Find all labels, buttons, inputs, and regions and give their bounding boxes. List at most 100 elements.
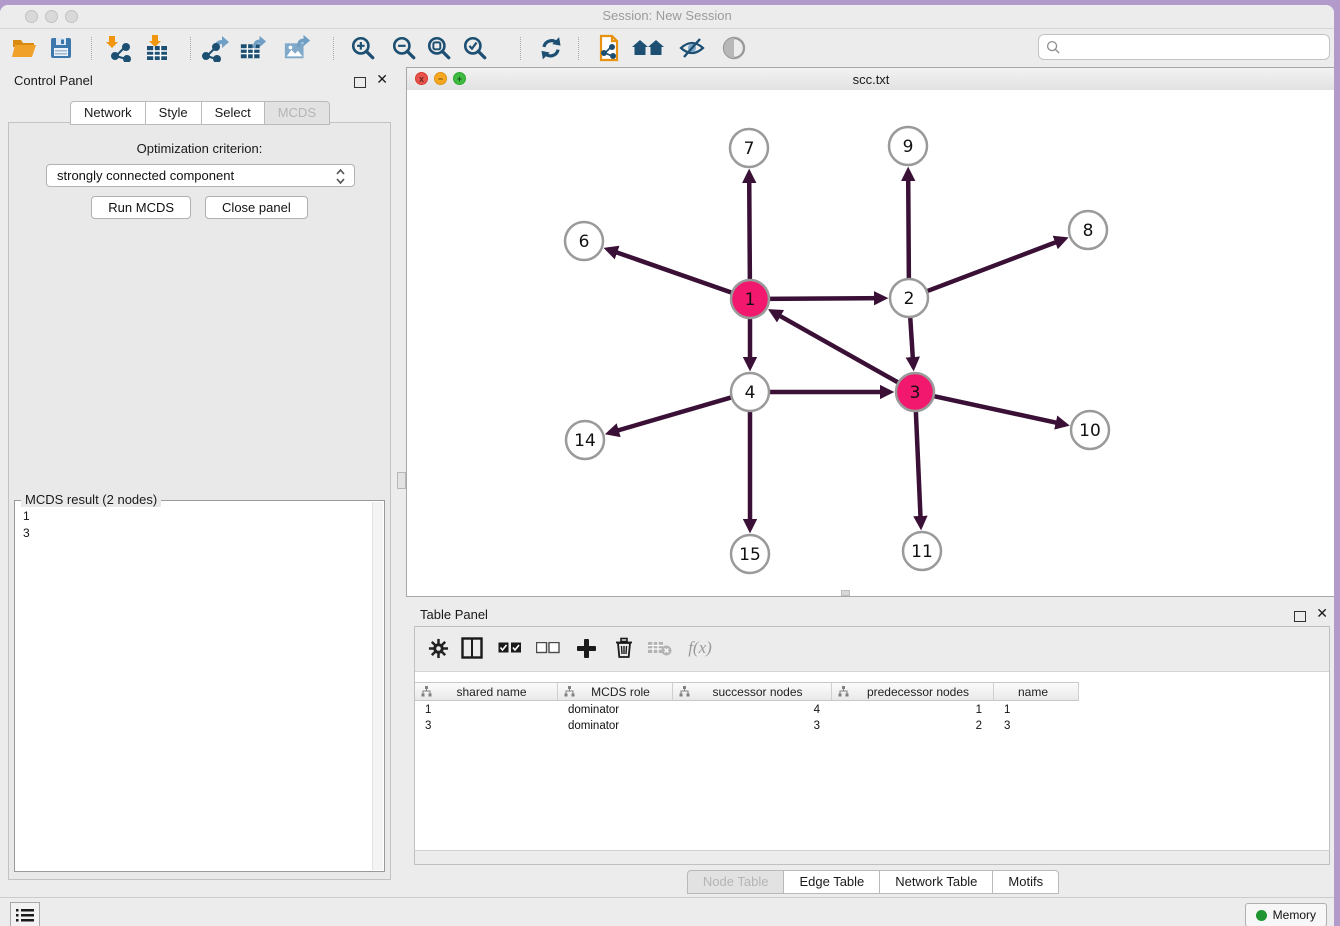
duplicate-network-button[interactable] <box>595 34 623 62</box>
tab-motifs[interactable]: Motifs <box>992 870 1059 894</box>
tab-node-table[interactable]: Node Table <box>687 870 784 894</box>
application-window: Session: New Session <box>0 5 1334 926</box>
graphics-details-button[interactable] <box>720 34 748 62</box>
criterion-select[interactable]: strongly connected component <box>46 164 355 187</box>
delete-column-button[interactable] <box>611 635 637 661</box>
table-row[interactable]: 3dominator323 <box>415 718 1329 734</box>
show-column-button[interactable] <box>459 635 485 661</box>
column-header-shared-name[interactable]: shared name <box>415 682 558 701</box>
column-header-name[interactable]: name <box>994 682 1079 701</box>
gear-icon <box>428 638 449 659</box>
canvas-grip[interactable] <box>841 590 850 596</box>
search-field[interactable] <box>1038 34 1330 60</box>
mcds-result-group: MCDS result (2 nodes) 13 <box>14 500 385 872</box>
style-toggle-button[interactable] <box>678 34 706 62</box>
graph-edge-3-10[interactable] <box>931 395 1066 424</box>
export-image-button[interactable] <box>283 34 311 62</box>
zoom-fit-icon <box>426 35 452 61</box>
run-mcds-button[interactable]: Run MCDS <box>91 196 191 219</box>
save-session-button[interactable] <box>47 34 75 62</box>
network-canvas[interactable]: 7968124314101511 <box>407 90 1334 596</box>
criterion-value: strongly connected component <box>57 168 234 183</box>
table-settings-button[interactable] <box>425 635 451 661</box>
export-table-button[interactable] <box>239 34 267 62</box>
graph-node-label-7: 7 <box>744 139 755 159</box>
unselect-all-columns-button[interactable] <box>535 635 561 661</box>
select-all-columns-button[interactable] <box>497 635 523 661</box>
tab-network[interactable]: Network <box>70 101 145 125</box>
graph-edge-2-8[interactable] <box>924 239 1065 292</box>
table-panel-body: f(x) shared nameMCDS rolesuccessor nodes… <box>414 626 1330 865</box>
network-graph: 7968124314101511 <box>407 90 1334 596</box>
unchecked-boxes-icon <box>536 642 560 654</box>
table-close-icon[interactable]: ✕ <box>1316 608 1328 618</box>
splitpane-grip[interactable] <box>397 472 406 489</box>
export-image-icon <box>283 34 311 62</box>
table-hscrollbar[interactable] <box>415 850 1329 864</box>
graph-node-label-9: 9 <box>903 137 914 157</box>
zoom-out-icon <box>391 35 417 61</box>
result-line: 1 <box>16 508 373 525</box>
graph-edge-1-2[interactable] <box>766 298 884 299</box>
task-history-button[interactable] <box>10 902 40 926</box>
graph-edge-4-14[interactable] <box>609 396 735 433</box>
result-line: 3 <box>16 525 373 542</box>
graph-edge-3-11[interactable] <box>916 408 921 526</box>
import-table-button[interactable] <box>143 34 171 62</box>
columns-icon <box>461 637 483 659</box>
zoom-out-button[interactable] <box>390 34 418 62</box>
open-session-button[interactable] <box>10 34 38 62</box>
table-cell: 1 <box>832 702 994 718</box>
eye-disabled-icon <box>721 35 747 61</box>
graph-node-label-14: 14 <box>574 431 596 451</box>
table-cell: 2 <box>832 718 994 734</box>
column-header-MCDS-role[interactable]: MCDS role <box>558 682 673 701</box>
graph-node-label-8: 8 <box>1083 221 1094 241</box>
table-cell: 1 <box>415 702 558 718</box>
refresh-button[interactable] <box>537 34 565 62</box>
graph-node-label-3: 3 <box>910 383 921 403</box>
close-panel-button[interactable]: Close panel <box>205 196 308 219</box>
tab-mcds[interactable]: MCDS <box>264 101 330 125</box>
zoom-selected-button[interactable] <box>461 34 489 62</box>
control-panel-title: Control Panel <box>14 73 93 88</box>
column-header-predecessor-nodes[interactable]: predecessor nodes <box>832 682 994 701</box>
zoom-in-button[interactable] <box>349 34 377 62</box>
duplicate-network-icon <box>596 34 622 62</box>
close-icon[interactable]: ✕ <box>376 74 388 84</box>
create-column-button[interactable] <box>573 635 599 661</box>
graph-node-label-11: 11 <box>911 542 933 562</box>
tab-edge-table[interactable]: Edge Table <box>783 870 879 894</box>
column-header-successor-nodes[interactable]: successor nodes <box>673 682 832 701</box>
table-float-window-icon[interactable] <box>1294 609 1306 627</box>
graph-node-label-1: 1 <box>745 290 756 310</box>
eye-slash-icon <box>678 36 706 60</box>
column-header-label: predecessor nodes <box>849 685 993 699</box>
memory-label: Memory <box>1273 908 1316 922</box>
network-window-titlebar: x − + scc.txt <box>407 68 1334 91</box>
graph-edge-1-6[interactable] <box>608 249 735 293</box>
show-all-networks-button[interactable] <box>630 34 666 62</box>
delete-table-icon <box>648 639 672 657</box>
graph-edge-1-7[interactable] <box>749 173 750 283</box>
zoom-fit-button[interactable] <box>425 34 453 62</box>
import-network-button[interactable] <box>103 34 131 62</box>
graph-node-label-15: 15 <box>739 545 761 565</box>
main-titlebar: Session: New Session <box>0 5 1334 29</box>
table-row[interactable]: 1dominator411 <box>415 702 1329 718</box>
graph-edge-3-1[interactable] <box>772 311 901 384</box>
export-network-button[interactable] <box>202 34 230 62</box>
graph-edge-2-3[interactable] <box>910 314 913 367</box>
tab-network-table[interactable]: Network Table <box>879 870 992 894</box>
table-cell: dominator <box>558 702 673 718</box>
table-rows: 1dominator4113dominator323 <box>415 702 1329 734</box>
table-cell: 3 <box>415 718 558 734</box>
result-scrollbar[interactable] <box>372 502 383 870</box>
graph-edge-2-9[interactable] <box>908 171 909 282</box>
float-window-icon[interactable] <box>354 75 366 93</box>
control-panel-header: Control Panel ✕ <box>0 67 400 93</box>
search-input[interactable] <box>1066 39 1329 56</box>
tab-style[interactable]: Style <box>145 101 201 125</box>
tab-select[interactable]: Select <box>201 101 264 125</box>
memory-button[interactable]: Memory <box>1245 903 1327 926</box>
